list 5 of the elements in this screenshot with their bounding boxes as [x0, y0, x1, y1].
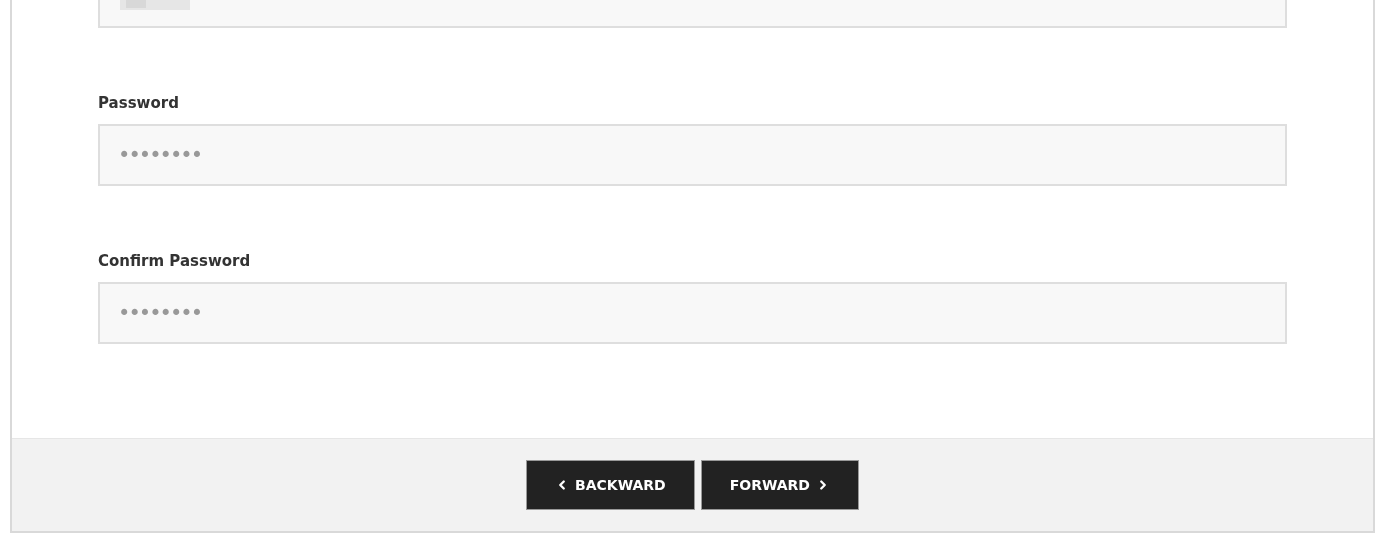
field-label: Confirm Password — [98, 252, 252, 270]
blurred-value-drawing — [120, 0, 190, 10]
field-label: Password — [98, 94, 180, 112]
backward-button[interactable]: BACKWARD — [526, 460, 695, 510]
forward-button[interactable]: FORWARD — [700, 460, 859, 510]
